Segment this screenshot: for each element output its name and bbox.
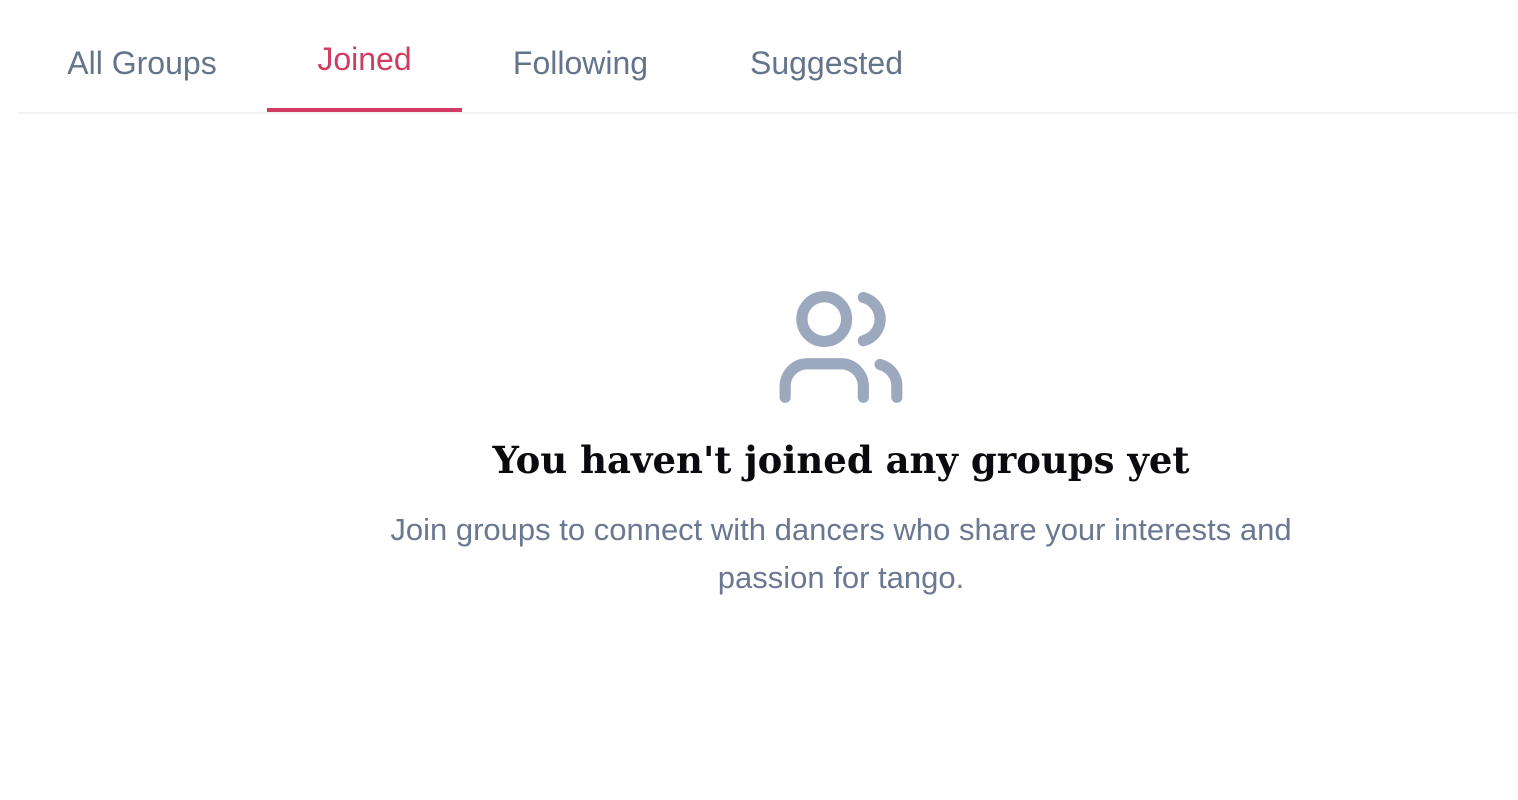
empty-state: You haven't joined any groups yet Join g… — [0, 114, 1518, 800]
empty-state-title: You haven't joined any groups yet — [492, 438, 1190, 482]
tab-joined[interactable]: Joined — [267, 0, 462, 112]
tab-suggested[interactable]: Suggested — [699, 0, 954, 112]
group-tabs: All Groups Joined Following Suggested — [17, 0, 1518, 114]
tab-following[interactable]: Following — [462, 0, 699, 112]
tab-all-groups[interactable]: All Groups — [17, 0, 267, 112]
users-icon — [779, 291, 903, 403]
empty-state-description: Join groups to connect with dancers who … — [390, 512, 1292, 595]
